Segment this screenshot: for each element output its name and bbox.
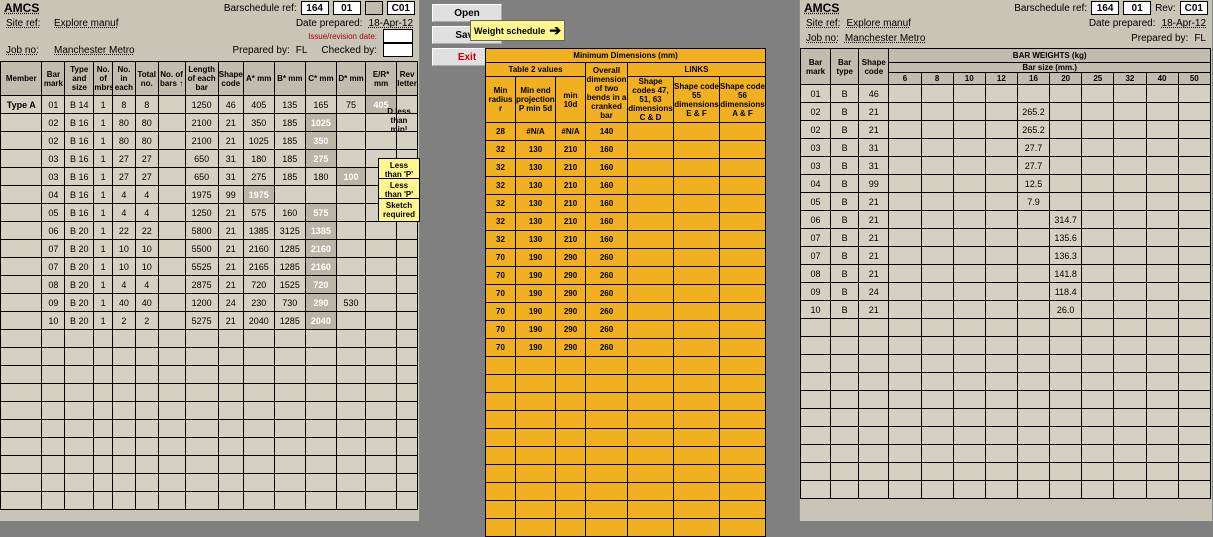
table-row[interactable]: 09B24118.4 [801, 283, 1211, 301]
table-row[interactable]: 07B21135.6 [801, 229, 1211, 247]
table-row[interactable]: 02B21265.2 [801, 103, 1211, 121]
table-row: 70190290260 [486, 249, 766, 267]
table-row[interactable] [1, 438, 418, 456]
table-row: 70190290260 [486, 303, 766, 321]
table-row[interactable]: 05B217.9 [801, 193, 1211, 211]
table-row: 28#N/A#N/A140 [486, 123, 766, 141]
table-row[interactable]: 03B 161272765031275185180100 [1, 168, 418, 186]
table-row[interactable]: 01B46 [801, 85, 1211, 103]
table-row[interactable]: 08B21141.8 [801, 265, 1211, 283]
table-row: 70190290260 [486, 285, 766, 303]
table-row[interactable]: 07B 2011010552521216512852160 [1, 258, 418, 276]
table-row: 32130210160 [486, 141, 766, 159]
right-panel: AMCS Barschedule ref: 164 01 Rev: C01 Si… [800, 0, 1213, 521]
table-row[interactable] [1, 366, 418, 384]
mid-panel: Open Save Exit Minimum Dimensions (mm) T… [420, 0, 800, 521]
table-row[interactable]: 02B 16180802100211025185350 [1, 132, 418, 150]
table-row[interactable]: 04B 161441975991975 [1, 186, 418, 204]
table-row: 32130210160 [486, 231, 766, 249]
right-table: Bar mark Bar type Shape code BAR WEIGHTS… [800, 48, 1211, 499]
table-row[interactable]: 07B 2011010550021216012852160 [1, 240, 418, 258]
table-row[interactable]: 03B 161272765031180185275 [1, 150, 418, 168]
table-row[interactable] [1, 330, 418, 348]
table-row: 70190290260 [486, 339, 766, 357]
table-row[interactable]: 09B 2014040120024230730290530 [1, 294, 418, 312]
left-panel: AMCS Barschedule ref: 164 01 C01 Site re… [0, 0, 420, 521]
weight-link[interactable]: Weight schedule [470, 20, 565, 41]
table-row[interactable]: 02B21265.2 [801, 121, 1211, 139]
table-row: 70190290260 [486, 321, 766, 339]
table-row: 32130210160 [486, 195, 766, 213]
table-row[interactable] [1, 420, 418, 438]
table-row: 32130210160 [486, 159, 766, 177]
table-row[interactable] [1, 474, 418, 492]
table-row: 70190290260 [486, 267, 766, 285]
table-row[interactable]: Type A01B 1418812504640513516575405 [1, 96, 418, 114]
warn-dmin: D less than min! [378, 105, 420, 136]
table-row[interactable]: 03B3127.7 [801, 157, 1211, 175]
rev-box[interactable]: C01 [387, 1, 415, 15]
table-row[interactable]: 04B9912.5 [801, 175, 1211, 193]
table-row[interactable]: 03B3127.7 [801, 139, 1211, 157]
table-row[interactable]: 02B 16180802100213501851025 [1, 114, 418, 132]
right-title: AMCS [804, 1, 839, 15]
table-row[interactable]: 10B 20122527521204012852040 [1, 312, 418, 330]
table-row[interactable]: 06B 2012222580021138531251385 [1, 222, 418, 240]
bsr-2[interactable]: 01 [333, 1, 361, 15]
table-row[interactable]: 08B 201442875217201525720 [1, 276, 418, 294]
table-row[interactable]: 05B 16144125021575160575 [1, 204, 418, 222]
table-row[interactable]: 07B21136.3 [801, 247, 1211, 265]
table-row[interactable] [1, 492, 418, 510]
table-row[interactable] [1, 402, 418, 420]
table-row: 32130210160 [486, 177, 766, 195]
bsr-1[interactable]: 164 [301, 1, 329, 15]
table-row[interactable]: 10B2126.0 [801, 301, 1211, 319]
min-dim-table: Minimum Dimensions (mm) Table 2 values O… [485, 48, 766, 537]
table-row[interactable] [1, 456, 418, 474]
table-row[interactable] [1, 384, 418, 402]
left-table: MemberBar markType and sizeNo. of mbrsNo… [0, 61, 418, 510]
table-row[interactable] [1, 348, 418, 366]
table-row[interactable]: 06B21314.7 [801, 211, 1211, 229]
left-title: AMCS [4, 1, 39, 15]
table-row: 32130210160 [486, 213, 766, 231]
